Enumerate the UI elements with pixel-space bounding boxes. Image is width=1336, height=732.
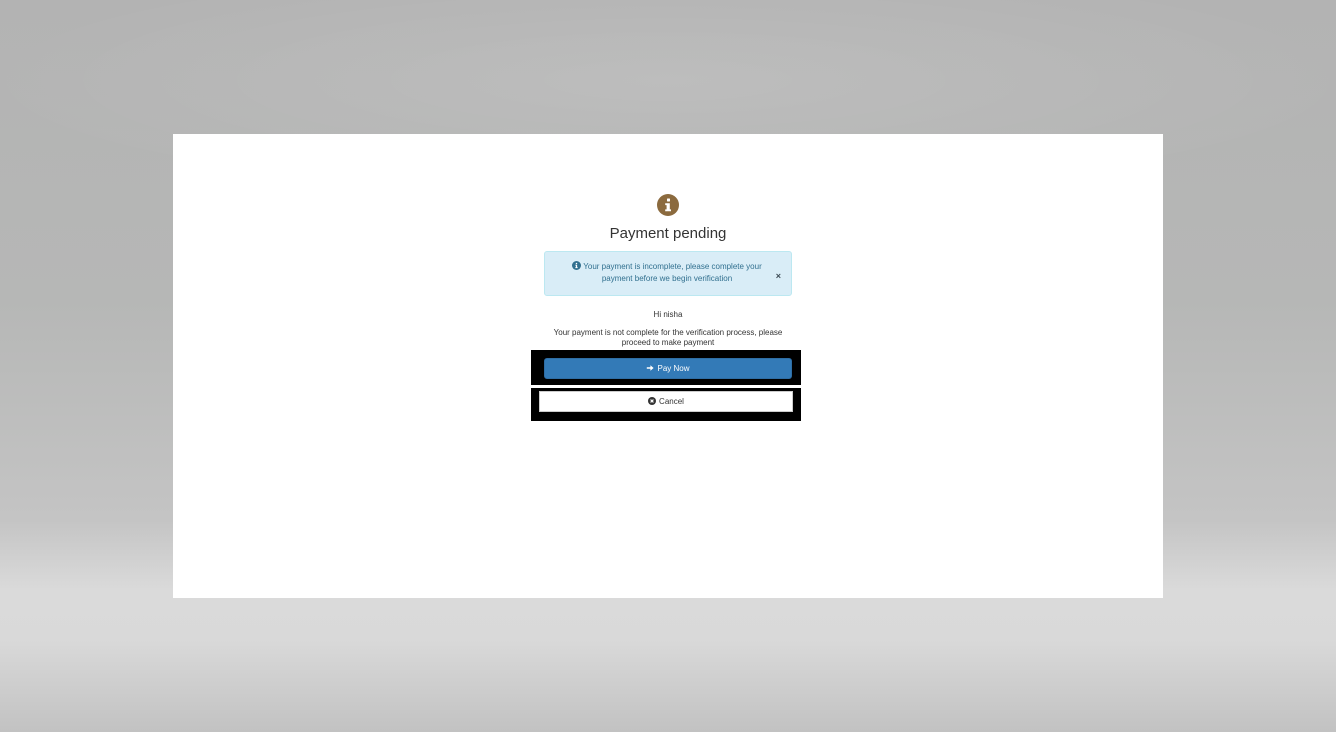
greeting-text: Hi nisha <box>653 310 683 319</box>
info-circle-icon <box>572 261 582 273</box>
pay-now-button[interactable]: Pay Now <box>544 358 792 379</box>
cancel-button[interactable]: Cancel <box>539 391 793 412</box>
payment-message: Your payment is not complete for the ver… <box>553 328 783 347</box>
page-title: Payment pending <box>609 225 727 242</box>
info-circle-icon <box>657 194 679 216</box>
pay-now-label: Pay Now <box>657 364 690 373</box>
payment-incomplete-alert: Your payment is incomplete, please compl… <box>544 251 792 296</box>
times-circle-icon <box>648 393 657 412</box>
modal-content: Payment pending Your payment is incomple… <box>544 194 792 348</box>
cancel-label: Cancel <box>659 397 684 406</box>
arrow-right-icon <box>646 360 655 379</box>
alert-text: Your payment is incomplete, please compl… <box>583 262 762 283</box>
close-icon[interactable]: × <box>776 272 781 281</box>
